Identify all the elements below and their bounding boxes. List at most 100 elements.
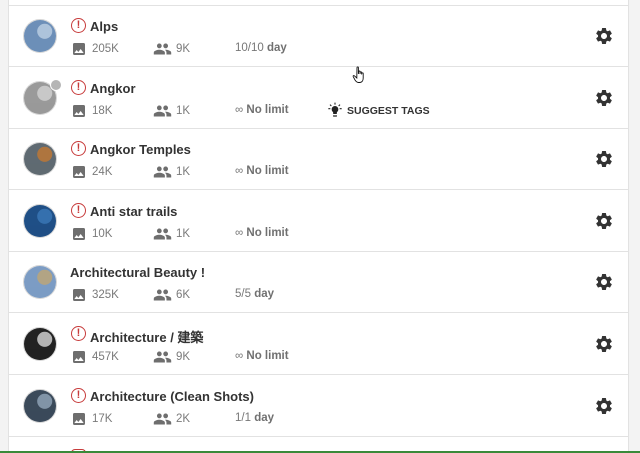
member-count: 9K [153, 41, 213, 55]
warning-icon[interactable]: ! [71, 387, 86, 403]
limit-count: 5/5 [235, 288, 251, 301]
group-name[interactable]: Anti star trails [90, 204, 177, 219]
member-count-value: 9K [176, 43, 191, 55]
avatar [23, 19, 57, 53]
member-count: 6K [153, 287, 213, 301]
photo-count: 24K [71, 164, 131, 179]
limit-count: 10/10 [235, 42, 264, 54]
member-count-value: 1K [176, 104, 191, 117]
member-count: 1K [153, 164, 213, 178]
list-item[interactable]: ! Alps 205K 9K 10/10 day [9, 6, 628, 67]
group-list-panel: ! Alps 205K 9K 10/10 day! Angkor 18K 1K ∞ No lim… [8, 0, 629, 453]
gear-icon[interactable] [594, 211, 614, 231]
posting-limit: ∞ No limit [235, 227, 289, 239]
photo-count-value: 205K [92, 43, 119, 55]
people-icon [153, 351, 172, 363]
photo-count: 18K [71, 103, 131, 117]
member-count: 9K [153, 349, 213, 363]
image-icon [73, 227, 85, 240]
photo-count: 205K [71, 41, 131, 55]
gear-icon[interactable] [594, 26, 614, 46]
photo-count-value: 10K [92, 227, 113, 240]
photo-count-value: 17K [92, 412, 113, 425]
member-count-value: 1K [176, 227, 191, 240]
photo-count: 17K [71, 411, 131, 425]
image-icon [73, 412, 85, 425]
warning-icon[interactable]: ! [71, 326, 86, 341]
limit-unit: day [254, 288, 275, 301]
member-count-value: 9K [176, 351, 191, 363]
list-item[interactable]: ! Anti star trails 10K 1K ∞ No limit [9, 191, 628, 252]
gear-icon[interactable] [594, 88, 614, 108]
hand-pointer-icon [352, 66, 364, 83]
photo-count: 325K [71, 287, 131, 302]
posting-limit: 1/1 day [235, 412, 274, 424]
infinity-icon: ∞ [235, 165, 244, 178]
group-name[interactable]: Architectural Beauty ! [70, 265, 205, 280]
limit-unit: day [254, 411, 275, 424]
list-item[interactable]: ! Architecture / 建築 457K 9K ∞ No limit [9, 314, 628, 375]
member-count: 1K [153, 226, 213, 240]
member-count: 2K [153, 411, 213, 425]
infinity-icon: ∞ [235, 103, 244, 116]
limit-count: 1/1 [235, 411, 251, 424]
photo-count: 457K [71, 349, 131, 363]
people-icon [153, 43, 172, 55]
infinity-icon: ∞ [235, 350, 244, 362]
image-icon [73, 351, 85, 363]
group-name[interactable]: Architecture / 建築 [90, 327, 203, 346]
member-count-value: 1K [176, 166, 191, 179]
warning-icon[interactable]: ! [71, 202, 86, 218]
warning-icon[interactable]: ! [71, 79, 86, 95]
image-icon [73, 166, 85, 179]
avatar [23, 265, 57, 300]
gear-icon[interactable] [594, 396, 614, 416]
member-count: 1K [153, 103, 213, 117]
warning-icon[interactable]: ! [71, 18, 86, 33]
avatar-status-badge [50, 78, 62, 91]
limit-text: No limit [246, 103, 289, 116]
list-item[interactable]: ! Architecture (Clean Shots) 17K 2K 1/1 day [9, 376, 628, 437]
people-icon [153, 289, 172, 301]
posting-limit: 10/10 day [235, 42, 287, 54]
avatar [23, 327, 57, 361]
limit-text: No limit [246, 165, 289, 178]
member-count-value: 2K [176, 412, 191, 425]
list-item[interactable]: ! Angkor Temples 24K 1K ∞ No limit [9, 129, 628, 191]
avatar [23, 388, 57, 423]
people-icon [153, 228, 172, 240]
posting-limit: 5/5 day [235, 288, 274, 300]
avatar [23, 203, 57, 238]
gear-icon[interactable] [594, 149, 614, 169]
list-item[interactable]: Architectural Beauty ! 325K 6K 5/5 day [9, 252, 628, 314]
photo-count-value: 24K [92, 166, 113, 179]
limit-text: No limit [246, 350, 289, 362]
limit-text: No limit [246, 226, 289, 239]
posting-limit: ∞ No limit [235, 350, 289, 362]
gear-icon[interactable] [594, 334, 614, 354]
group-name[interactable]: Angkor [90, 81, 136, 96]
infinity-icon: ∞ [235, 226, 244, 239]
people-icon [153, 413, 172, 425]
avatar [23, 142, 57, 177]
member-count-value: 6K [176, 289, 191, 302]
suggest-tags-label: SUGGEST TAGS [347, 104, 430, 117]
photo-count: 10K [71, 226, 131, 240]
limit-unit: day [266, 42, 287, 54]
image-icon [73, 104, 85, 117]
gear-icon[interactable] [594, 272, 614, 292]
people-icon [153, 166, 172, 178]
posting-limit: ∞ No limit [235, 165, 289, 177]
list-item[interactable]: ! Angkor 18K 1K ∞ No limit SUGGEST TAGS [9, 68, 628, 129]
image-icon [73, 43, 85, 55]
group-name[interactable]: Alps [90, 19, 118, 34]
photo-count-value: 18K [92, 104, 113, 117]
warning-icon[interactable]: ! [71, 141, 86, 157]
lightbulb-icon [328, 102, 342, 117]
group-name[interactable]: Architecture (Clean Shots) [90, 389, 254, 404]
posting-limit: ∞ No limit [235, 104, 289, 116]
photo-count-value: 457K [92, 351, 119, 363]
group-name[interactable]: Angkor Temples [90, 142, 191, 157]
photo-count-value: 325K [92, 289, 119, 302]
image-icon [73, 289, 85, 302]
